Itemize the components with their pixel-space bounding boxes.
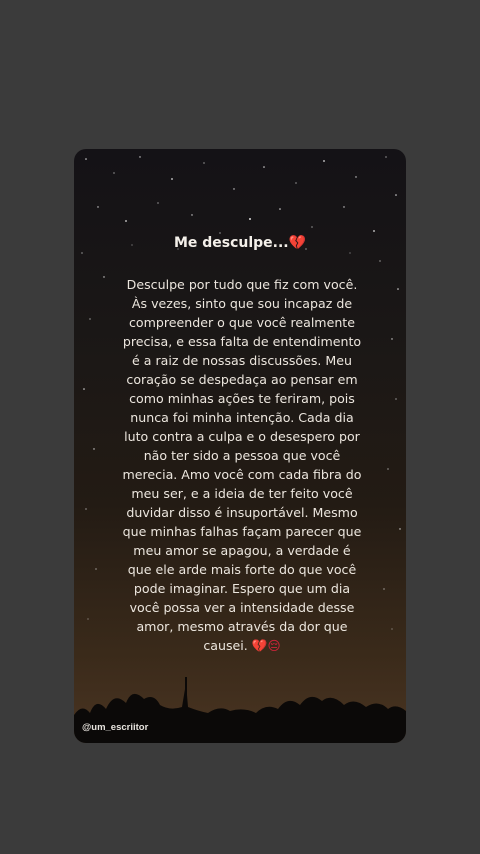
post-title: Me desculpe...💔 [74, 235, 406, 251]
story-card[interactable]: Me desculpe...💔 Desculpe por tudo que fi… [74, 149, 406, 743]
author-handle[interactable]: @um_escriitor [82, 722, 148, 733]
post-title-text: Me desculpe... [173, 235, 289, 251]
post-body: Desculpe por tudo que fiz com você. Às v… [120, 275, 364, 655]
broken-heart-sad-face-icon: 💔😔 [251, 638, 281, 653]
post-body-text: Desculpe por tudo que fiz com você. Às v… [122, 277, 362, 653]
page: Me desculpe...💔 Desculpe por tudo que fi… [0, 0, 480, 854]
broken-heart-icon: 💔 [288, 235, 307, 251]
